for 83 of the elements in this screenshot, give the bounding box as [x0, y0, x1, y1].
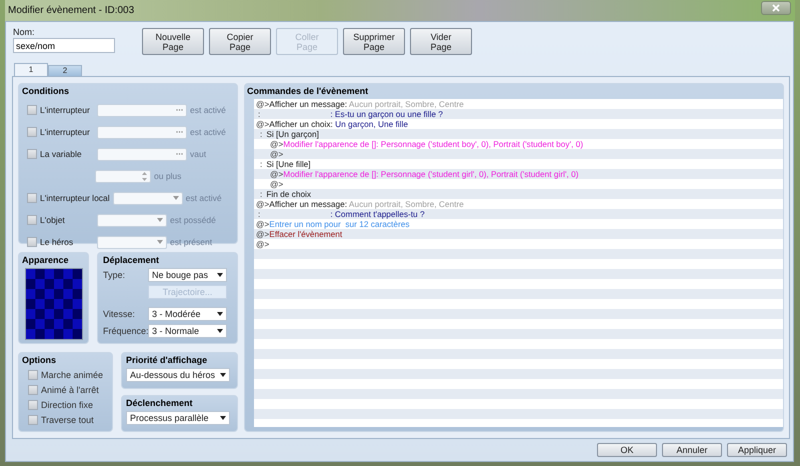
field-label: Vitesse: — [103, 308, 136, 319]
dropdown-arrow-icon — [217, 272, 223, 277]
command-line[interactable]: @>Modifier l'apparence de []: Personnage ('student boy', 0), Portrait ('student boy', 0) — [254, 138, 783, 149]
condition-field[interactable] — [97, 214, 167, 227]
condition-suffix: est activé — [186, 193, 222, 204]
page-tab[interactable]: 2 — [48, 64, 82, 76]
checkbox[interactable] — [28, 400, 38, 410]
dropdown[interactable]: 3 - Modérée — [148, 306, 227, 321]
field-label: Type: — [103, 270, 126, 280]
condition-suffix: est présent — [170, 237, 212, 248]
group-title: Déplacement — [103, 254, 160, 265]
dropdown-arrow-icon — [172, 196, 179, 200]
dropdown[interactable]: Au-dessous du héros — [126, 368, 230, 382]
condition-label: L'interrupteur local — [40, 193, 110, 204]
dropdown-arrow-icon — [157, 240, 163, 244]
name-field[interactable]: sexe/nom — [13, 38, 115, 53]
dialog-button[interactable]: OK — [597, 442, 657, 457]
dialog-button[interactable]: Appliquer — [727, 442, 787, 457]
command-line[interactable]: @> — [254, 238, 783, 249]
group-title: Apparence — [22, 254, 70, 265]
condition-label: Le héros — [40, 237, 74, 248]
condition-suffix: est activé — [190, 127, 226, 138]
command-line[interactable]: @> — [254, 178, 783, 189]
name-label: Nom: — [13, 27, 36, 37]
option-label: Direction fixe — [41, 400, 94, 410]
dropdown[interactable]: 3 - Normale — [148, 324, 227, 338]
page-button[interactable]: Vider Page — [410, 28, 472, 55]
dropdown-arrow-icon — [217, 312, 223, 316]
group-title: Priorité d'affichage — [126, 354, 208, 365]
page-button[interactable]: Nouvelle Page — [142, 28, 204, 55]
checkbox[interactable] — [27, 127, 37, 138]
condition-suffix: ou plus — [154, 171, 182, 182]
group-title: Déclenchement — [126, 398, 194, 408]
dropdown[interactable]: Ne bouge pas — [148, 268, 227, 282]
option-label: Animé à l'arrêt — [41, 384, 99, 395]
close-icon — [772, 4, 780, 12]
condition-label: L'interrupteur — [40, 105, 91, 116]
checkbox[interactable] — [28, 384, 38, 395]
checkbox[interactable] — [27, 105, 37, 116]
close-button[interactable] — [761, 0, 791, 14]
group-title: Commandes de l'évènement — [246, 86, 370, 96]
condition-field[interactable] — [97, 126, 187, 139]
condition-label: L'interrupteur — [40, 127, 91, 138]
page-button[interactable]: Copier Page — [209, 28, 271, 55]
condition-field[interactable] — [97, 104, 187, 117]
option-label: Traverse tout — [41, 414, 94, 425]
dropdown[interactable]: Processus parallèle — [126, 410, 230, 425]
condition-label: L'objet — [40, 215, 66, 226]
command-line[interactable]: @>Afficher un choix: Un garçon, Une fille — [254, 118, 783, 129]
condition-field[interactable] — [97, 236, 167, 249]
condition-suffix: est activé — [190, 105, 226, 116]
condition-label: La variable — [40, 149, 83, 160]
condition-field[interactable] — [95, 170, 151, 183]
group-title: Options — [22, 354, 57, 365]
dropdown-arrow-icon — [157, 218, 163, 222]
checkbox[interactable] — [28, 370, 38, 380]
command-line[interactable]: @>Afficher un message: Aucun portrait, Sombre, Centre — [254, 198, 783, 209]
group-title: Conditions — [22, 86, 70, 96]
field-label: Fréquence: — [103, 326, 148, 336]
dropdown-arrow-icon — [217, 328, 223, 333]
spinner-arrows-icon — [142, 172, 147, 181]
checkbox[interactable] — [27, 193, 37, 204]
window-title: Modifier évènement - ID:003 — [8, 5, 134, 16]
dropdown-arrow-icon — [220, 416, 226, 420]
command-line[interactable]: @>Entrer un nom pour sur 12 caractères — [254, 218, 783, 229]
checkbox[interactable] — [28, 414, 38, 425]
command-line[interactable]: : Si [Une fille] — [254, 158, 783, 169]
option-label: Marche animée — [41, 370, 104, 380]
condition-field[interactable] — [112, 192, 183, 205]
page-button[interactable]: Supprimer Page — [343, 28, 405, 55]
condition-suffix: vaut — [190, 149, 206, 160]
checkbox[interactable] — [27, 237, 37, 248]
page-tab[interactable]: 1 — [14, 62, 48, 76]
ellipsis-icon — [176, 131, 183, 134]
dialog-button[interactable]: Annuler — [662, 442, 722, 457]
dropdown-arrow-icon — [220, 372, 226, 377]
ellipsis-icon — [176, 153, 183, 156]
checkbox[interactable] — [27, 215, 37, 226]
condition-field[interactable] — [97, 148, 187, 161]
ellipsis-icon — [176, 109, 183, 112]
condition-suffix: est possédé — [170, 215, 216, 226]
checkbox[interactable] — [27, 149, 37, 160]
command-line[interactable]: @>Afficher un message: Aucun portrait, Sombre, Centre — [254, 98, 783, 109]
